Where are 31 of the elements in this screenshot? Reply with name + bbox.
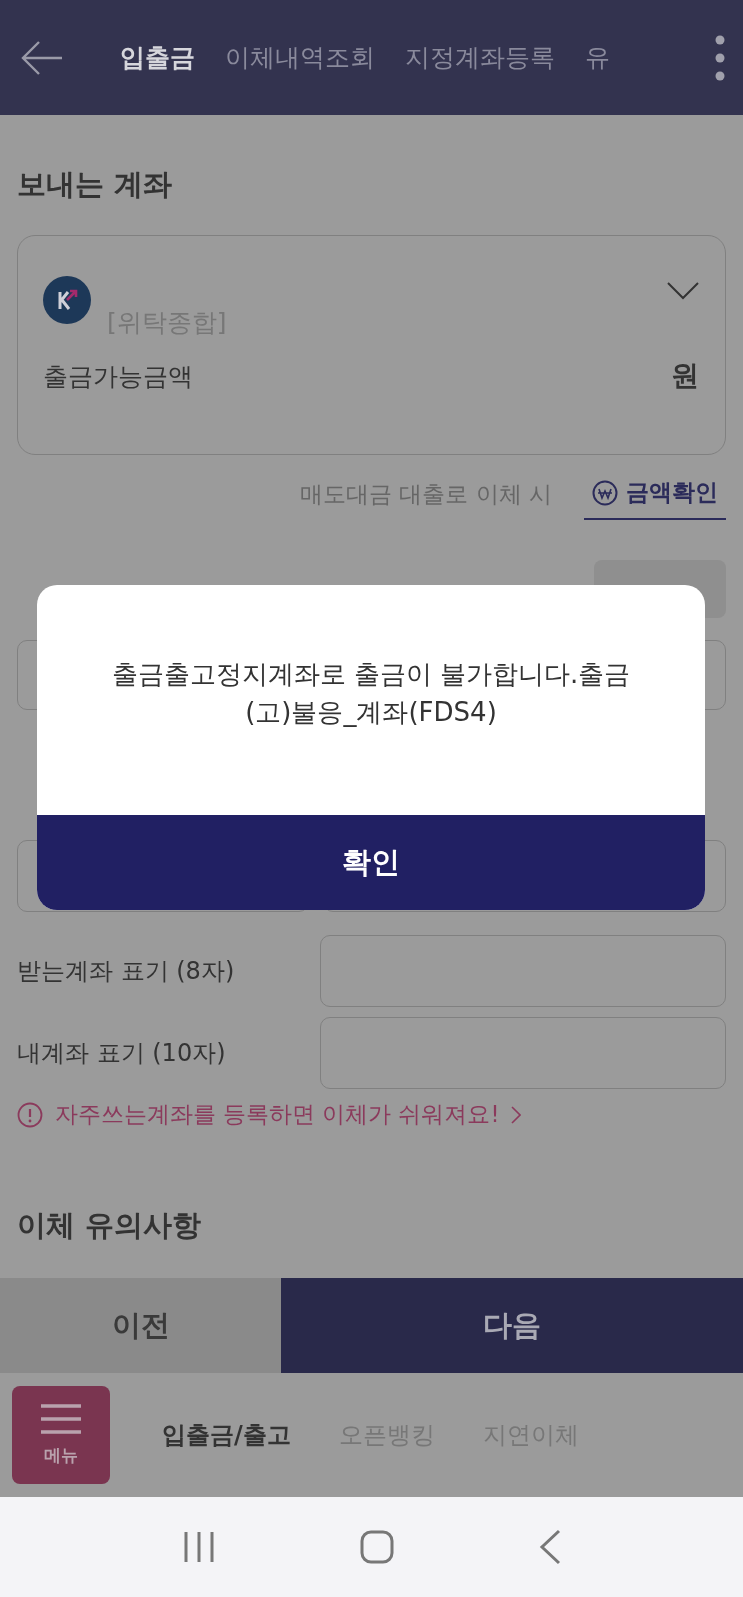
won-icon <box>592 479 618 506</box>
amount-check-link[interactable]: 금액확인 <box>584 469 726 520</box>
chevron-down-icon <box>667 282 699 300</box>
back-arrow-icon[interactable] <box>20 39 64 76</box>
balance-unit: 원 <box>671 358 699 394</box>
confirm-button[interactable]: 확인 <box>37 815 705 910</box>
menu-button[interactable]: 메뉴 <box>12 1386 110 1484</box>
back-icon[interactable] <box>538 1529 561 1565</box>
input-field[interactable] <box>320 1017 726 1089</box>
section-title: 보내는 계좌 <box>17 166 174 203</box>
bank-logo-icon <box>43 276 91 324</box>
field-label: 받는계좌 표기 (8자) <box>17 956 236 987</box>
notice-link[interactable]: 자주쓰는계좌를 등록하면 이체가 쉬워져요! <box>55 1099 500 1130</box>
header-tab[interactable]: 이체내역조회 <box>225 41 375 74</box>
section-title: 이체 유의사항 <box>17 1207 203 1244</box>
bottom-tab[interactable]: 입출금/출고 <box>162 1419 291 1451</box>
header-tab[interactable]: 유 <box>585 41 610 74</box>
recent-apps-icon[interactable] <box>182 1531 215 1563</box>
input-field[interactable] <box>320 935 726 1007</box>
balance-label: 출금가능금액 <box>43 360 193 393</box>
field-label: 내계좌 표기 (10자) <box>17 1038 227 1069</box>
chevron-right-icon <box>511 1105 522 1124</box>
previous-button[interactable]: 이전 <box>0 1278 281 1373</box>
home-icon[interactable] <box>359 1530 394 1564</box>
alert-icon <box>17 1101 43 1128</box>
more-icon[interactable] <box>715 34 725 81</box>
header-tab[interactable]: 입출금 <box>120 41 195 74</box>
dialog-message: 출금출고정지계좌로 출금이 불가합니다.출금(고)불응_계좌(FDS4) <box>110 658 632 729</box>
menu-icon <box>41 1403 81 1434</box>
next-button[interactable]: 다음 <box>281 1278 743 1373</box>
header-tab[interactable]: 지정계좌등록 <box>405 41 555 74</box>
